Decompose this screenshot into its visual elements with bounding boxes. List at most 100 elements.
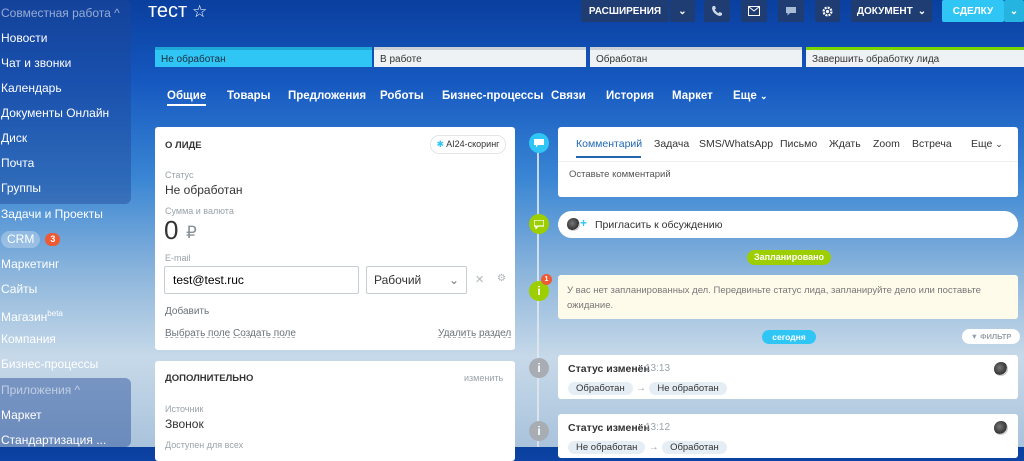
menu-item-tasks[interactable]: Задачи и Проекты [1, 202, 103, 226]
activity-tab-wait[interactable]: Ждать [829, 138, 861, 150]
delete-section-link[interactable]: Удалить раздел [438, 328, 511, 339]
source-value[interactable]: Звонок [165, 417, 204, 431]
tab-bizproc[interactable]: Бизнес-процессы [442, 90, 543, 102]
email-input[interactable] [164, 266, 359, 294]
event-time: 13:12 [645, 422, 671, 433]
filter-button[interactable]: ▼ ФИЛЬТР [962, 329, 1020, 344]
menu-item-news[interactable]: Новости [1, 26, 47, 50]
menu-item-chat[interactable]: Чат и звонки [1, 51, 71, 75]
scoring-label: AI24-скоринг [446, 139, 500, 149]
activity-tab-mail[interactable]: Письмо [780, 138, 817, 150]
filter-icon: ▼ [970, 332, 979, 341]
section-title: ДОПОЛНИТЕЛЬНО [165, 373, 254, 384]
crm-label: CRM [1, 231, 41, 248]
chevron-down-icon: ⌄ [678, 5, 687, 17]
menu-item-shop[interactable]: Магазинbeta [1, 302, 63, 326]
close-icon[interactable]: ✕ [475, 273, 484, 286]
menu-item-bizproc[interactable]: Бизнес-процессы [1, 352, 98, 376]
tab-products[interactable]: Товары [227, 90, 270, 102]
arrow-right-icon: → [636, 383, 647, 394]
menu-section-collaboration[interactable]: Совместная работа ^ [1, 1, 120, 25]
status-to: Обработан [662, 441, 727, 454]
planned-empty-card: У вас нет запланированных дел. Передвинь… [558, 275, 1018, 319]
document-label: ДОКУМЕНТ [856, 5, 913, 17]
extensions-button[interactable]: РАСШИРЕНИЯ [581, 0, 669, 22]
menu-item-marketing[interactable]: Маркетинг [1, 252, 59, 276]
activity-tab-zoom[interactable]: Zoom [873, 138, 900, 150]
chat-icon-button[interactable] [778, 0, 804, 22]
settings-button[interactable] [815, 0, 840, 22]
about-lead-card: О ЛИДЕ ✱ AI24-скоринг Статус Не обработа… [155, 127, 515, 350]
menu-item-market[interactable]: Маркет [1, 403, 42, 427]
source-label: Источник [165, 404, 204, 414]
section-title: О ЛИДЕ [165, 140, 202, 151]
chat-icon [529, 214, 549, 234]
crm-counter-badge: 3 [45, 233, 61, 246]
select-field-link[interactable]: Выбрать поле [165, 328, 230, 339]
comment-icon [529, 133, 549, 153]
extensions-dropdown-button[interactable]: ⌄ [670, 0, 695, 22]
deal-dropdown-button[interactable]: ⌄ [1004, 0, 1024, 22]
email-icon-button[interactable] [741, 0, 767, 22]
menu-item-company[interactable]: Компания [1, 327, 56, 351]
plus-icon: + [580, 216, 588, 230]
star-icon[interactable]: ☆ [192, 2, 207, 22]
phone-icon-button[interactable] [704, 0, 730, 22]
tab-market[interactable]: Маркет [672, 90, 713, 102]
gear-icon [822, 5, 833, 17]
activity-tab-task[interactable]: Задача [654, 138, 689, 150]
filter-label: ФИЛЬТР [980, 332, 1012, 341]
stage-new[interactable]: Не обработан [155, 47, 372, 67]
menu-item-groups[interactable]: Группы [1, 176, 41, 200]
status-from: Обработан [568, 382, 633, 395]
document-button[interactable]: ДОКУМЕНТ ⌄ [851, 0, 932, 22]
comment-input[interactable]: Оставьте комментарий [569, 169, 671, 180]
today-badge: сегодня [762, 330, 816, 344]
tab-links[interactable]: Связи [551, 90, 586, 102]
history-event: Статус изменён 13:13 Обработан → Не обра… [558, 355, 1018, 399]
stage-processed[interactable]: Обработан [590, 47, 802, 67]
menu-section-apps[interactable]: Приложения ^ [1, 378, 80, 402]
edit-link[interactable]: изменить [464, 373, 503, 383]
email-type-select[interactable]: Рабочий ⌄ [366, 266, 467, 294]
tab-general[interactable]: Общие [167, 90, 207, 106]
chat-bubble-icon [786, 6, 796, 15]
avatar [567, 218, 580, 231]
menu-item-calendar[interactable]: Календарь [1, 76, 62, 100]
event-title: Статус изменён [568, 363, 650, 375]
menu-item-mail[interactable]: Почта [1, 151, 34, 175]
create-field-link[interactable]: Создать поле [233, 328, 296, 339]
info-icon: i [529, 421, 549, 441]
envelope-icon [748, 6, 760, 16]
menu-item-crm[interactable]: CRM 3 [1, 227, 61, 251]
activity-tab-comment[interactable]: Комментарий [576, 138, 642, 150]
activity-tab-sms[interactable]: SMS/WhatsApp [699, 138, 773, 150]
tab-more-label: Еще [733, 90, 757, 102]
sum-value[interactable]: 0 [164, 215, 178, 246]
menu-item-disk[interactable]: Диск [1, 126, 27, 150]
stage-in-progress[interactable]: В работе [374, 47, 586, 67]
tab-offers[interactable]: Предложения [288, 90, 366, 102]
status-value[interactable]: Не обработан [165, 183, 243, 197]
activity-editor: Комментарий Задача SMS/WhatsApp Письмо Ж… [558, 127, 1018, 197]
menu-item-standardization[interactable]: Стандартизация ... [1, 428, 106, 452]
tab-history[interactable]: История [606, 90, 654, 102]
tab-more[interactable]: Еще ⌄ [733, 90, 768, 102]
activity-tab-meeting[interactable]: Встреча [912, 138, 952, 150]
create-deal-button[interactable]: СДЕЛКУ [942, 0, 1004, 22]
currency-symbol: ₽ [186, 223, 197, 242]
stage-finish[interactable]: Завершить обработку лида [806, 47, 1024, 67]
tab-robots[interactable]: Роботы [380, 90, 424, 102]
event-title: Статус изменён [568, 422, 650, 434]
status-label: Статус [165, 170, 194, 180]
add-field-link[interactable]: Добавить [165, 306, 209, 317]
chevron-down-icon: ⌄ [1009, 5, 1019, 17]
beta-label: beta [47, 309, 63, 318]
menu-item-documents[interactable]: Документы Онлайн [1, 101, 109, 125]
invite-card[interactable]: + Пригласить к обсуждению [558, 211, 1018, 238]
activity-tab-more[interactable]: Еще ⌄ [971, 138, 1003, 150]
menu-item-sites[interactable]: Сайты [1, 277, 37, 301]
avatar [994, 362, 1008, 376]
ai-scoring-button[interactable]: ✱ AI24-скоринг [430, 135, 506, 154]
gear-icon[interactable]: ⚙ [497, 273, 506, 284]
